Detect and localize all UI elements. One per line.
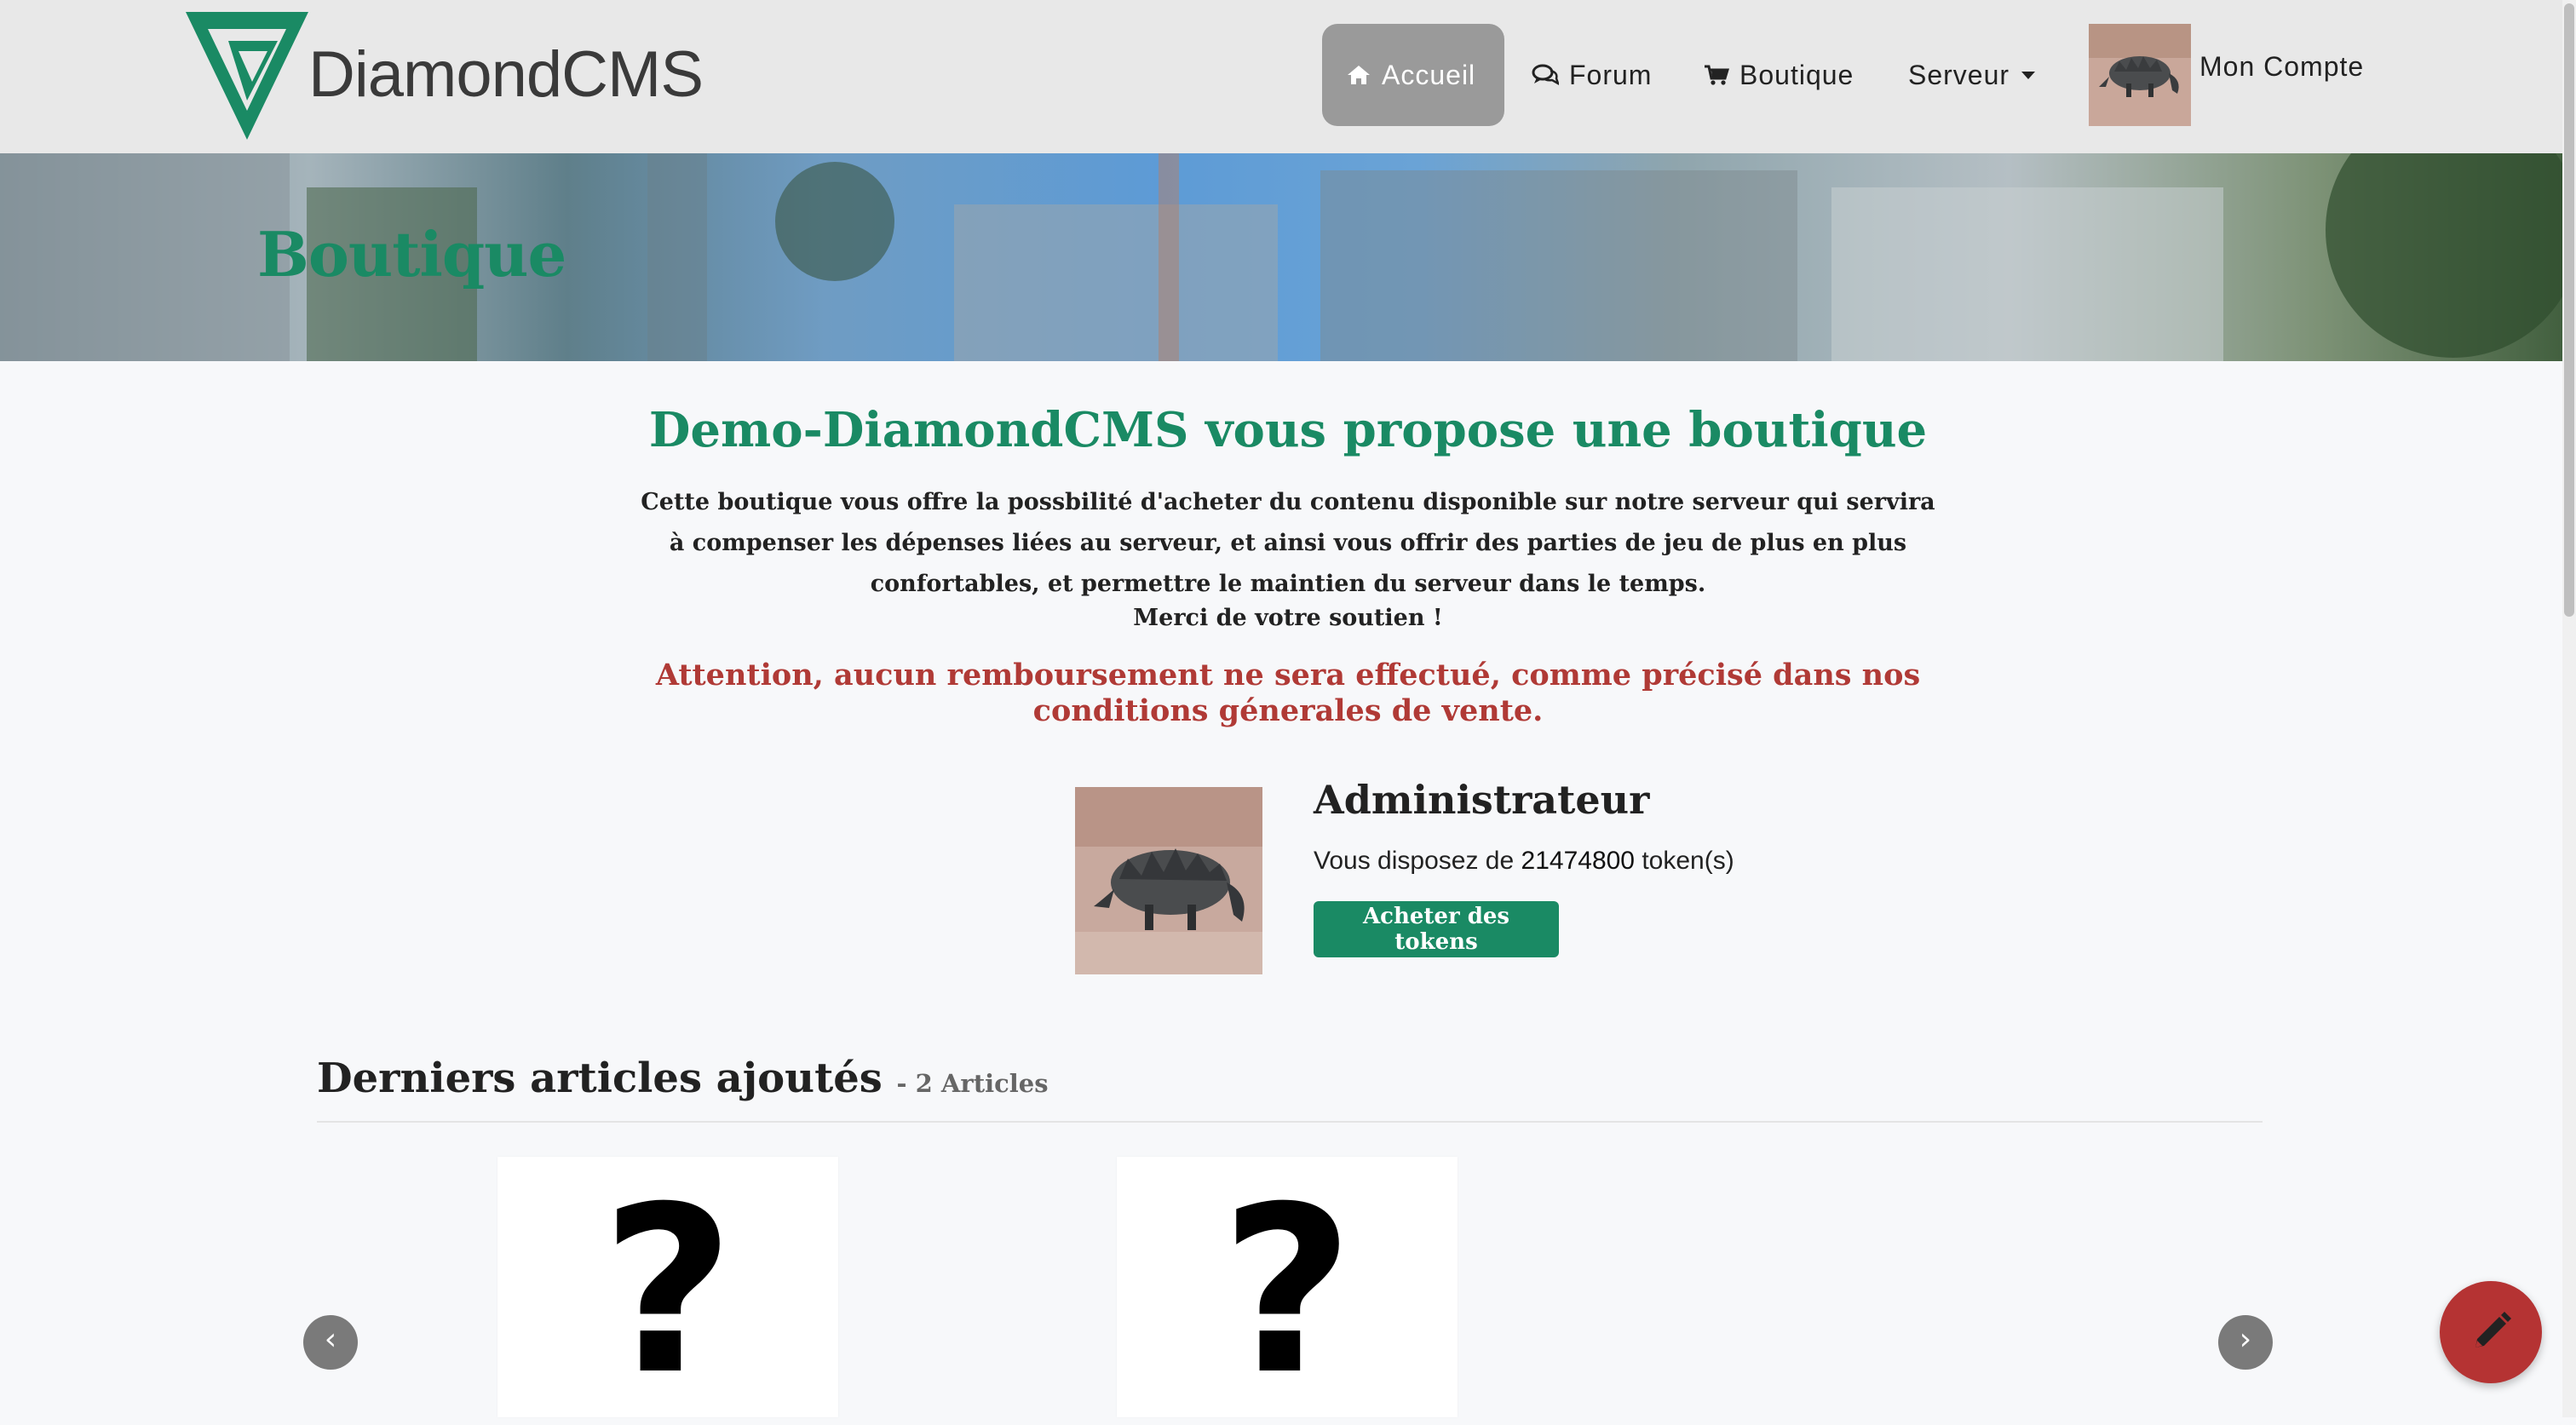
balance-suffix: token(s) <box>1642 847 1734 875</box>
latest-articles-heading: Derniers articles ajoutés - 2 Articles <box>317 1054 1049 1102</box>
edit-fab-button[interactable] <box>2440 1281 2542 1383</box>
scrollbar-thumb[interactable] <box>2564 3 2574 617</box>
nav-accueil-label: Accueil <box>1382 59 1476 90</box>
carousel-prev-button[interactable]: ‹ <box>303 1315 358 1370</box>
latest-articles-title: Derniers articles ajoutés <box>317 1054 883 1102</box>
caret-down-icon <box>2021 71 2036 79</box>
nav-boutique[interactable]: Boutique <box>1680 24 1877 126</box>
nav-forum[interactable]: Forum <box>1508 24 1676 126</box>
question-mark-icon: ? <box>1220 1157 1354 1425</box>
intro-heading: Demo-DiamondCMS vous propose une boutiqu… <box>648 402 1928 458</box>
section-divider <box>317 1121 2263 1123</box>
balance-prefix: Vous disposez de <box>1314 847 1515 875</box>
home-icon <box>1348 66 1370 84</box>
navbar: DiamondCMS Accueil Forum Boutique Serveu… <box>0 0 2576 153</box>
balance-value: 21474800 <box>1521 847 1635 875</box>
nav-boutique-label: Boutique <box>1739 59 1854 90</box>
brand-name[interactable]: DiamondCMS <box>308 34 704 116</box>
nav-avatar[interactable] <box>2089 24 2191 126</box>
user-avatar <box>1075 787 1262 974</box>
refund-warning: Attention, aucun remboursement ne sera e… <box>655 658 1921 728</box>
pencil-icon <box>2475 1312 2511 1347</box>
cart-icon <box>1705 65 1729 85</box>
nav-forum-label: Forum <box>1569 59 1653 90</box>
hero-banner: Boutique <box>0 153 2576 361</box>
article-card[interactable]: ? <box>497 1157 838 1425</box>
buy-tokens-button[interactable]: Acheter des tokens <box>1314 901 1559 957</box>
user-name: Administrateur <box>1314 777 1650 823</box>
token-balance: Vous disposez de 21474800 token(s) <box>1314 847 1734 876</box>
carousel-next-button[interactable]: › <box>2218 1315 2273 1370</box>
nav-serveur-dropdown[interactable]: Serveur <box>1884 24 2059 126</box>
comments-icon <box>1532 64 1559 86</box>
nav-accueil[interactable]: Accueil <box>1322 24 1504 126</box>
article-card[interactable]: ? <box>1117 1157 1458 1425</box>
nav-serveur-label: Serveur <box>1908 59 2010 90</box>
intro-thanks: Merci de votre soutien ! <box>1133 605 1443 631</box>
intro-text: Cette boutique vous offre la possbilité … <box>641 489 1935 597</box>
account-link[interactable]: Mon Compte <box>2199 51 2364 83</box>
question-mark-icon: ? <box>601 1157 735 1425</box>
latest-articles-count: - 2 Articles <box>896 1069 1049 1098</box>
diamond-logo-icon[interactable] <box>179 7 315 143</box>
page-title: Boutique <box>257 218 566 290</box>
